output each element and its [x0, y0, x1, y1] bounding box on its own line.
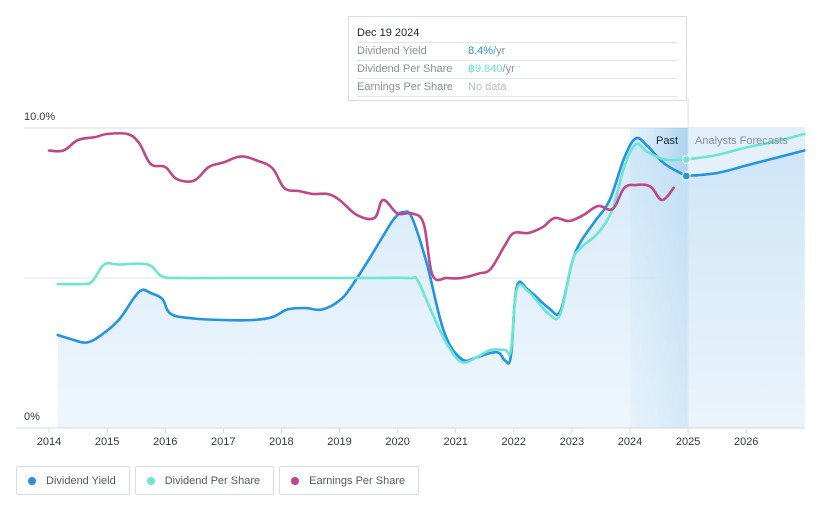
- tooltip-unit: /yr: [502, 63, 515, 75]
- legend-label: Dividend Per Share: [164, 474, 261, 487]
- x-tick-label: 2024: [618, 436, 642, 448]
- legend-dot-icon: [291, 476, 300, 485]
- forecast-region-label: Analysts Forecasts: [695, 135, 788, 147]
- tooltip-label: Dividend Yield: [357, 45, 427, 57]
- tooltip-row-earnings-per-share: Earnings Per Share No data: [357, 79, 678, 97]
- tooltip-value: 8.4%: [468, 45, 494, 57]
- x-tick-label: 2014: [37, 436, 61, 448]
- x-tick-label: 2017: [211, 436, 235, 448]
- past-region-label: Past: [656, 135, 678, 147]
- legend-label: Dividend Yield: [46, 474, 116, 487]
- legend-dot-icon: [28, 476, 36, 485]
- tooltip-row-dividend-yield: Dividend Yield 8.4% /yr: [357, 43, 678, 61]
- x-tick-label: 2025: [676, 436, 700, 448]
- tooltip-value: ฿9.840: [468, 63, 503, 75]
- legend-item-earnings-per-share[interactable]: Earnings Per Share: [279, 466, 420, 495]
- x-tick-label: 2020: [385, 436, 409, 448]
- x-tick-label: 2023: [560, 436, 584, 448]
- legend-label: Earnings Per Share: [309, 474, 406, 487]
- tooltip-date: Dec 19 2024: [357, 25, 678, 43]
- tooltip-value: No data: [468, 81, 507, 93]
- x-tick-label: 2026: [734, 436, 758, 448]
- x-tick-label: 2016: [153, 436, 177, 448]
- tooltip-row-dividend-per-share: Dividend Per Share ฿9.840 /yr: [357, 61, 678, 79]
- tooltip-unit: /yr: [493, 45, 506, 57]
- x-tick-label: 2015: [95, 436, 119, 448]
- legend-item-dividend-per-share[interactable]: Dividend Per Share: [134, 466, 275, 495]
- x-tick-label: 2018: [269, 436, 293, 448]
- dividend-per-share-highlight-point: [681, 154, 691, 165]
- tooltip-label: Dividend Per Share: [357, 63, 453, 75]
- tooltip-label: Earnings Per Share: [357, 81, 453, 93]
- y-tick-label-top: 10.0%: [24, 111, 55, 123]
- x-tick-label: 2022: [502, 436, 526, 448]
- legend-dot-icon: [146, 476, 155, 485]
- dividend-yield-highlight-point: [681, 171, 691, 181]
- y-tick-label-bottom: 0%: [24, 411, 40, 423]
- x-tick-label: 2019: [327, 436, 351, 448]
- x-tick-label: 2021: [443, 436, 467, 448]
- tooltip: Dec 19 2024 Dividend Yield 8.4% /yr Divi…: [348, 16, 687, 101]
- legend: Dividend Yield Dividend Per Share Earnin…: [16, 466, 420, 495]
- legend-item-dividend-yield[interactable]: Dividend Yield: [16, 466, 130, 495]
